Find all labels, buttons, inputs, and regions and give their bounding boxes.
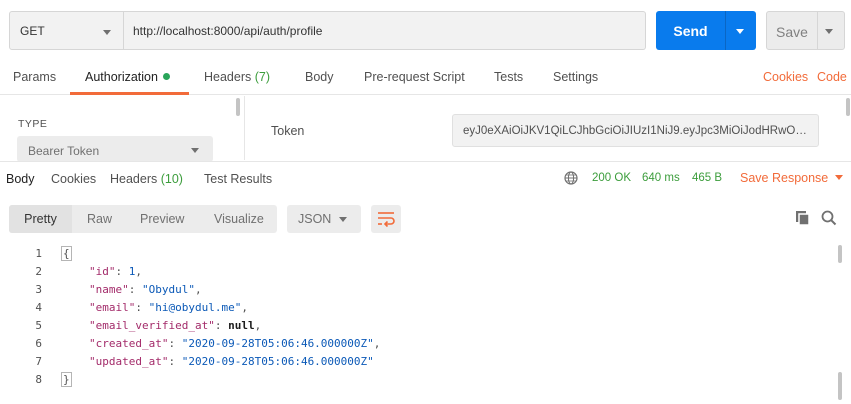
json-value: null [228, 319, 255, 332]
response-tab-body[interactable]: Body [6, 172, 35, 186]
line-number: 4 [35, 301, 42, 314]
json-value: "Obydul" [142, 283, 195, 296]
auth-type-label: TYPE [18, 118, 48, 130]
json-key: "updated_at" [89, 355, 169, 368]
code-line: { [61, 246, 72, 261]
token-input[interactable] [452, 114, 819, 147]
response-tab-headers-count: (10) [160, 172, 183, 186]
tab-headers[interactable]: Headers (7) [204, 70, 270, 84]
wrap-lines-icon [378, 212, 395, 228]
tab-body[interactable]: Body [305, 70, 334, 84]
json-key: "email_verified_at" [89, 319, 215, 332]
status-code[interactable]: 200 OK [592, 172, 631, 184]
send-label: Send [673, 23, 708, 39]
json-key: "created_at" [89, 337, 169, 350]
body-scrollbar-bottom[interactable] [838, 372, 842, 400]
auth-type-select[interactable]: Bearer Token [17, 136, 213, 162]
request-tabs: Params Authorization Headers (7) Body Pr… [0, 60, 851, 95]
raw-button[interactable]: Raw [87, 212, 112, 226]
chevron-down-icon [835, 175, 844, 180]
json-separator: , [373, 337, 381, 350]
auth-right-scrollbar[interactable] [846, 98, 850, 116]
send-button[interactable]: Send [656, 11, 756, 50]
preview-button[interactable]: Preview [140, 212, 184, 226]
line-number: 8 [35, 373, 42, 386]
code-line: } [61, 372, 72, 387]
tab-settings[interactable]: Settings [553, 70, 598, 84]
tab-pre-request-script[interactable]: Pre-request Script [364, 70, 465, 84]
save-label: Save [776, 24, 808, 40]
wrap-lines-button[interactable] [371, 205, 401, 233]
tab-authorization[interactable]: Authorization [85, 70, 170, 84]
cookies-link[interactable]: Cookies [763, 70, 808, 84]
response-tab-headers[interactable]: Headers (10) [110, 172, 183, 186]
response-tabs: Body Cookies Headers (10) Test Results 2… [0, 161, 851, 195]
save-button[interactable]: Save [766, 11, 845, 50]
close-brace: } [61, 372, 72, 387]
code-line: "created_at": "2020-09-28T05:06:46.00000… [89, 337, 381, 350]
tab-headers-count: (7) [254, 70, 271, 84]
response-view-group: Pretty Raw Preview Visualize [9, 205, 277, 233]
line-number: 6 [35, 337, 42, 350]
chevron-down-icon [103, 30, 111, 35]
chevron-down-icon [191, 148, 199, 153]
code-line: "updated_at": "2020-09-28T05:06:46.00000… [89, 355, 374, 368]
tab-authorization-label: Authorization [85, 70, 158, 84]
json-separator: , [254, 319, 262, 332]
format-value: JSON [298, 212, 332, 226]
json-key: "email" [89, 301, 136, 314]
json-key: "id" [89, 265, 116, 278]
method-label: GET [20, 24, 45, 38]
code-link[interactable]: Code [817, 70, 847, 84]
line-number: 2 [35, 265, 42, 278]
json-value: "2020-09-28T05:06:46.000000Z" [181, 337, 374, 350]
chevron-down-icon[interactable] [825, 29, 833, 34]
tab-params[interactable]: Params [13, 70, 56, 84]
response-tab-test-results[interactable]: Test Results [204, 172, 272, 186]
url-input[interactable] [124, 11, 646, 50]
open-brace: { [61, 246, 72, 261]
line-number: 5 [35, 319, 42, 332]
json-value: "2020-09-28T05:06:46.000000Z" [181, 355, 374, 368]
response-time[interactable]: 640 ms [642, 172, 680, 184]
chevron-down-icon [339, 217, 347, 222]
token-label: Token [271, 124, 305, 138]
line-number: 1 [35, 247, 42, 260]
line-number: 3 [35, 283, 42, 296]
copy-icon[interactable] [794, 209, 812, 227]
code-line: "email_verified_at": null, [89, 319, 262, 332]
save-divider [817, 12, 818, 49]
response-body-editor[interactable]: 1 2 3 4 5 6 7 8 { "id": 1, "name": "Obyd… [0, 245, 851, 404]
auth-type-value: Bearer Token [28, 144, 100, 158]
code-line: "name": "Obydul", [89, 283, 202, 296]
json-separator: , [241, 301, 248, 314]
status-dot-icon [162, 73, 170, 80]
tab-tests[interactable]: Tests [494, 70, 523, 84]
format-select[interactable]: JSON [287, 205, 361, 233]
response-tab-headers-label: Headers [110, 172, 158, 186]
active-tab-indicator [70, 92, 189, 95]
json-value: "hi@obydul.me" [148, 301, 242, 314]
json-separator: , [194, 283, 202, 296]
response-tab-cookies[interactable]: Cookies [51, 172, 96, 186]
globe-icon[interactable] [564, 171, 578, 185]
line-number: 7 [35, 355, 42, 368]
auth-scrollbar[interactable] [236, 98, 240, 116]
chevron-down-icon[interactable] [736, 29, 744, 34]
pretty-button[interactable]: Pretty [9, 205, 72, 233]
body-scrollbar-top[interactable] [838, 245, 842, 263]
code-line: "email": "hi@obydul.me", [89, 301, 248, 314]
method-select[interactable]: GET [9, 11, 124, 50]
auth-type-panel: TYPE Bearer Token [0, 96, 245, 162]
json-key: "name" [89, 283, 129, 296]
visualize-button[interactable]: Visualize [214, 212, 264, 226]
tab-headers-label: Headers [204, 70, 252, 84]
response-size[interactable]: 465 B [692, 172, 722, 184]
send-divider [725, 11, 726, 50]
code-line: "id": 1, [89, 265, 142, 278]
search-icon[interactable] [820, 209, 838, 227]
save-response-button[interactable]: Save Response [740, 171, 844, 185]
json-separator: , [135, 265, 142, 278]
save-response-label: Save Response [740, 171, 829, 185]
